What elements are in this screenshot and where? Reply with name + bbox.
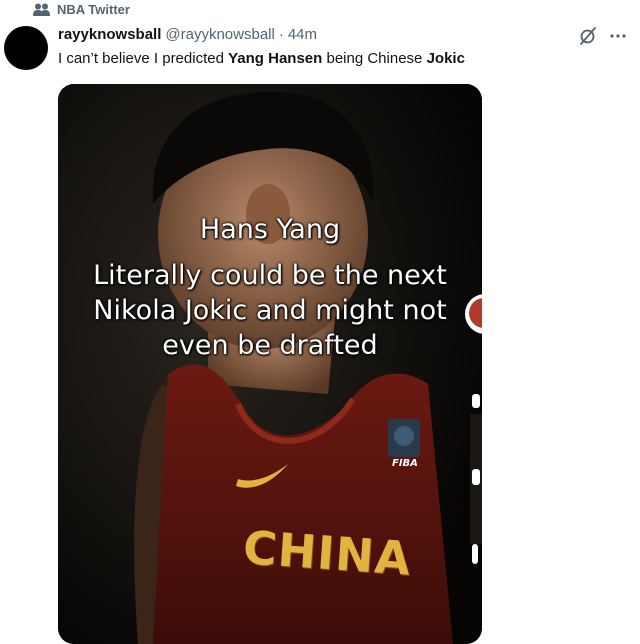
caption-line-1: Hans Yang bbox=[199, 214, 341, 245]
side-ui-dot bbox=[472, 469, 480, 485]
avatar[interactable] bbox=[4, 26, 48, 70]
separator-dot: · bbox=[278, 26, 284, 43]
grok-icon bbox=[580, 27, 596, 45]
header-actions bbox=[578, 26, 628, 46]
tweet-text: I can’t believe I predicted Yang Hansen … bbox=[58, 50, 465, 67]
fiba-badge-text: FIBA bbox=[392, 458, 418, 469]
display-name[interactable]: rayyknowsball bbox=[58, 26, 161, 43]
social-context[interactable]: NBA Twitter bbox=[33, 2, 130, 17]
caption-line-3: Nikola Jokic and might not bbox=[93, 295, 447, 326]
timestamp[interactable]: 44m bbox=[288, 26, 317, 43]
people-icon bbox=[33, 3, 50, 16]
tweet-header: rayyknowsball @rayyknowsball · 44m bbox=[58, 26, 317, 43]
side-ui-dot bbox=[472, 394, 480, 408]
grok-button[interactable] bbox=[578, 26, 598, 46]
more-button[interactable] bbox=[608, 26, 628, 46]
tweet-media[interactable]: FIBA CHINA Hans Yang Literally could be … bbox=[58, 84, 482, 644]
user-handle[interactable]: @rayyknowsball bbox=[165, 26, 274, 43]
side-ui-dot bbox=[472, 544, 478, 564]
more-icon bbox=[610, 34, 626, 38]
tweet-text-part-3: being Chinese bbox=[322, 50, 427, 67]
caption-line-2: Literally could be the next bbox=[93, 260, 447, 291]
social-context-label: NBA Twitter bbox=[57, 2, 130, 17]
caption-line-4: even be drafted bbox=[162, 330, 378, 361]
tweet-text-mention-jokic: Jokic bbox=[426, 50, 465, 67]
tweet-text-mention-player: Yang Hansen bbox=[228, 50, 323, 67]
tweet-text-part-1: I can’t believe I predicted bbox=[58, 50, 229, 67]
